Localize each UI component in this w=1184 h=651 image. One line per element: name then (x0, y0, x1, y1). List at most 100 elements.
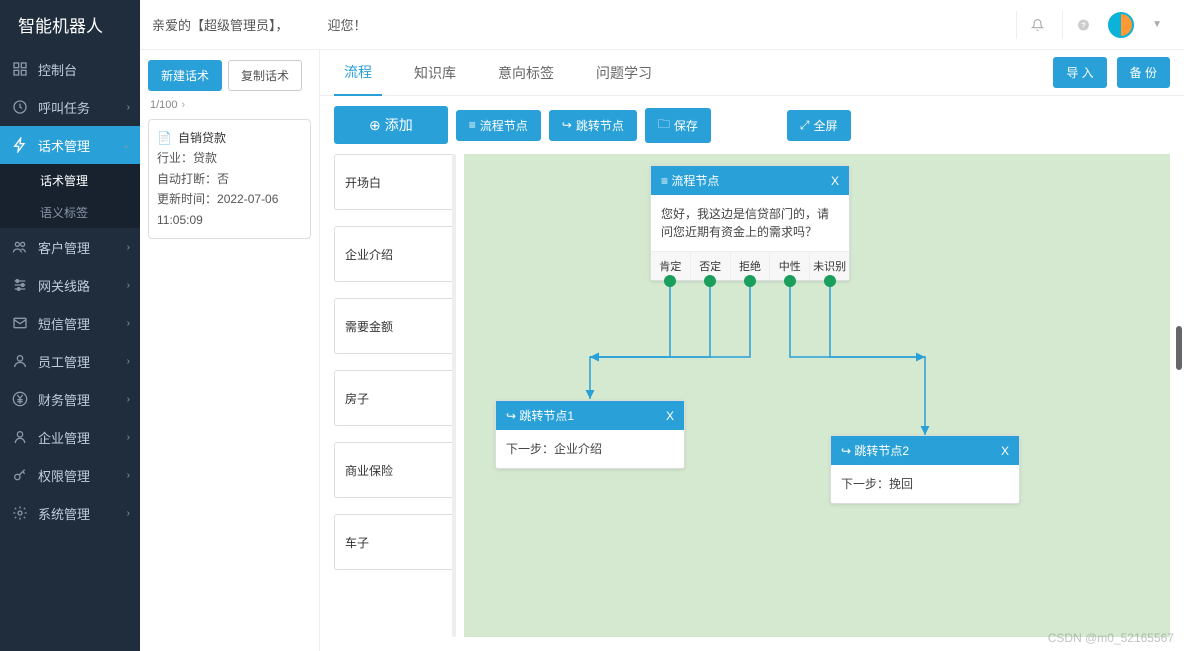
pager: 1/100 › (150, 99, 309, 111)
fullscreen-button[interactable]: ⤢全屏 (787, 110, 851, 141)
import-button[interactable]: 导 入 (1053, 57, 1106, 88)
node-body: 您好，我这边是信贷部门的，请问您近期有资金上的需求吗？ (651, 195, 849, 251)
flow-tag-2[interactable]: 拒绝 (731, 252, 771, 280)
avatar[interactable] (1108, 12, 1134, 38)
port-icon[interactable] (704, 275, 716, 287)
submenu-item-1[interactable]: 语义标签 (0, 196, 140, 228)
sidebar-item-10[interactable]: 系统管理 › (0, 494, 140, 532)
sidebar-item-0[interactable]: 控制台 (0, 50, 140, 88)
user2-icon (12, 429, 28, 445)
sidebar-label: 呼叫任务 (38, 98, 90, 117)
flow-tag-0[interactable]: 肯定 (651, 252, 691, 280)
sidebar-label: 员工管理 (38, 352, 90, 371)
sidebar-item-9[interactable]: 权限管理 › (0, 456, 140, 494)
sidebar-label: 权限管理 (38, 466, 90, 485)
close-icon[interactable]: X (831, 174, 839, 188)
jump-node-button[interactable]: ↪跳转节点 (549, 110, 637, 141)
node-list-item-3[interactable]: 房子 (334, 370, 454, 426)
port-icon[interactable] (824, 275, 836, 287)
submenu-item-0[interactable]: 话术管理 (0, 164, 140, 196)
sidebar-item-2[interactable]: 话术管理 ⌄ (0, 126, 140, 164)
clock-icon (12, 99, 28, 115)
bolt-icon (12, 137, 28, 153)
sidebar: 控制台呼叫任务›话术管理⌄话术管理语义标签客户管理›网关线路›短信管理›员工管理… (0, 50, 140, 651)
port-icon[interactable] (784, 275, 796, 287)
flow-node-button[interactable]: ≡流程节点 (456, 110, 541, 141)
flow-tag-4[interactable]: 未识别 (810, 252, 849, 280)
sidebar-item-1[interactable]: 呼叫任务› (0, 88, 140, 126)
chevron-icon: › (127, 508, 130, 519)
node-list: 开场白企业介绍需要金额房子商业保险车子 (334, 154, 454, 637)
close-icon[interactable]: X (1001, 444, 1009, 458)
tab-1[interactable]: 知识库 (404, 50, 466, 96)
sidebar-item-3[interactable]: 客户管理› (0, 228, 140, 266)
tab-2[interactable]: 意向标签 (488, 50, 564, 96)
caret-down-icon[interactable]: ▼ (1152, 19, 1162, 30)
share-icon: ↪ (506, 409, 519, 423)
chevron-icon: › (127, 394, 130, 405)
sidebar-label: 企业管理 (38, 428, 90, 447)
mail-icon (12, 315, 28, 331)
tab-3[interactable]: 问题学习 (586, 50, 662, 96)
port-icon[interactable] (664, 275, 676, 287)
port-icon[interactable] (744, 275, 756, 287)
chevron-icon: ⌄ (122, 140, 130, 151)
share-icon: ↪ (841, 444, 854, 458)
bell-icon[interactable] (1016, 11, 1044, 39)
sidebar-item-7[interactable]: 财务管理 › (0, 380, 140, 418)
save-button[interactable]: 🗀保存 (645, 108, 711, 143)
toolbar: ⊕添加 ≡流程节点 ↪跳转节点 🗀保存 ⤢全屏 (320, 96, 1184, 154)
plus-icon: ⊕ (369, 117, 381, 134)
new-script-button[interactable]: 新建话术 (148, 60, 222, 91)
users-icon (12, 239, 28, 255)
chevron-right-icon[interactable]: › (182, 99, 186, 111)
help-icon[interactable]: ? (1062, 11, 1090, 39)
backup-button[interactable]: 备 份 (1117, 57, 1170, 88)
flow-main-node[interactable]: ≡ 流程节点X 您好，我这边是信贷部门的，请问您近期有资金上的需求吗？ 肯定否定… (650, 165, 850, 281)
expand-icon: ⤢ (800, 118, 810, 133)
file-icon: 📄 (157, 128, 172, 148)
flow-canvas[interactable]: ≡ 流程节点X 您好，我这边是信贷部门的，请问您近期有资金上的需求吗？ 肯定否定… (464, 154, 1170, 637)
close-icon[interactable]: X (666, 409, 674, 423)
gear-icon (12, 505, 28, 521)
node-list-item-5[interactable]: 车子 (334, 514, 454, 570)
sidebar-item-6[interactable]: 员工管理 › (0, 342, 140, 380)
sidebar-label: 客户管理 (38, 238, 90, 257)
sidebar-label: 系统管理 (38, 504, 90, 523)
node-list-item-0[interactable]: 开场白 (334, 154, 454, 210)
app-logo: 智能机器人 (0, 0, 140, 50)
chevron-icon: › (127, 280, 130, 291)
script-card[interactable]: 📄自销贷款 行业：贷款 自动打断：否 更新时间：2022-07-06 11:05… (148, 119, 311, 239)
flow-tag-1[interactable]: 否定 (691, 252, 731, 280)
node-list-item-2[interactable]: 需要金额 (334, 298, 454, 354)
sliders-icon (12, 277, 28, 293)
user-icon (12, 353, 28, 369)
sidebar-item-4[interactable]: 网关线路 › (0, 266, 140, 304)
key-icon (12, 467, 28, 483)
yen-icon (12, 391, 28, 407)
sidebar-item-8[interactable]: 企业管理 › (0, 418, 140, 456)
jump-node-1[interactable]: ↪ 跳转节点1X 下一步：企业介绍 (495, 400, 685, 469)
sidebar-item-5[interactable]: 短信管理› (0, 304, 140, 342)
chevron-icon: › (127, 356, 130, 367)
node-list-item-1[interactable]: 企业介绍 (334, 226, 454, 282)
scrollbar[interactable] (1176, 326, 1182, 370)
welcome-text: 亲爱的【超级管理员】， 迎您！ (140, 15, 1016, 34)
chevron-icon: › (127, 318, 130, 329)
jump-node-2[interactable]: ↪ 跳转节点2X 下一步：挽回 (830, 435, 1020, 504)
add-button[interactable]: ⊕添加 (334, 106, 448, 144)
chevron-icon: › (127, 470, 130, 481)
svg-text:?: ? (1081, 20, 1086, 29)
watermark: CSDN @m0_52165567 (1048, 631, 1174, 645)
sidebar-label: 话术管理 (38, 136, 90, 155)
sidebar-label: 控制台 (38, 60, 77, 79)
copy-script-button[interactable]: 复制话术 (228, 60, 302, 91)
sidebar-label: 网关线路 (38, 276, 90, 295)
tab-0[interactable]: 流程 (334, 50, 382, 96)
list-icon: ≡ (661, 174, 671, 188)
folder-icon: 🗀 (658, 115, 670, 136)
chevron-icon: › (127, 432, 130, 443)
sidebar-label: 财务管理 (38, 390, 90, 409)
node-list-item-4[interactable]: 商业保险 (334, 442, 454, 498)
flow-tag-3[interactable]: 中性 (770, 252, 810, 280)
